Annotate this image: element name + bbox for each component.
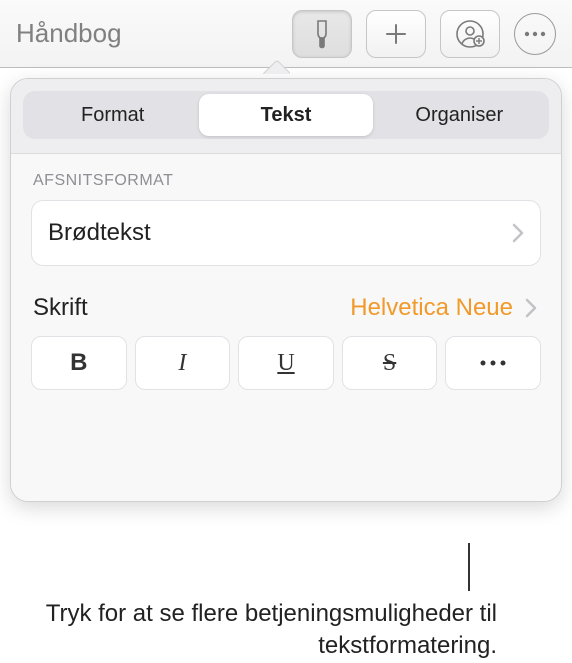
font-name: Helvetica Neue — [350, 294, 513, 322]
top-toolbar: Håndbog — [0, 0, 572, 68]
text-panel: AFSNITSFORMAT Brødtekst Skrift Helvetica… — [11, 154, 561, 502]
more-button[interactable] — [514, 13, 556, 55]
collaborate-button[interactable] — [440, 10, 500, 58]
ellipsis-icon — [479, 359, 507, 367]
more-text-options-button[interactable] — [445, 336, 541, 390]
bold-button[interactable]: B — [31, 336, 127, 390]
font-row[interactable]: Skrift Helvetica Neue — [31, 294, 541, 336]
person-add-icon — [455, 19, 485, 49]
tab-bar: Format Tekst Organiser — [11, 79, 561, 154]
plus-icon — [384, 22, 408, 46]
paragraph-style-name: Brødtekst — [48, 219, 512, 247]
tab-organize[interactable]: Organiser — [373, 94, 546, 136]
chevron-right-icon — [525, 298, 537, 318]
text-style-buttons: B I U S — [31, 336, 541, 390]
paragraph-section-label: AFSNITSFORMAT — [31, 172, 541, 190]
segmented-control: Format Tekst Organiser — [23, 91, 549, 139]
strikethrough-button[interactable]: S — [342, 336, 438, 390]
underline-button[interactable]: U — [238, 336, 334, 390]
font-label: Skrift — [33, 294, 350, 322]
brush-icon — [309, 19, 335, 49]
format-popover: Format Tekst Organiser AFSNITSFORMAT Brø… — [10, 78, 562, 502]
add-button[interactable] — [366, 10, 426, 58]
callout-text: Tryk for at se flere betjeningsmulighede… — [40, 560, 532, 663]
format-brush-button[interactable] — [292, 10, 352, 58]
format-popover-container: Format Tekst Organiser AFSNITSFORMAT Brø… — [0, 68, 572, 502]
callout-leader-line — [468, 543, 470, 591]
chevron-right-icon — [512, 223, 524, 243]
tab-text[interactable]: Tekst — [199, 94, 372, 136]
ellipsis-icon — [524, 31, 546, 37]
document-title[interactable]: Håndbog — [16, 18, 278, 49]
tab-format[interactable]: Format — [26, 94, 199, 136]
popover-arrow — [262, 60, 290, 74]
annotation-callout: Tryk for at se flere betjeningsmulighede… — [0, 560, 572, 663]
paragraph-style-row[interactable]: Brødtekst — [31, 200, 541, 266]
italic-button[interactable]: I — [135, 336, 231, 390]
